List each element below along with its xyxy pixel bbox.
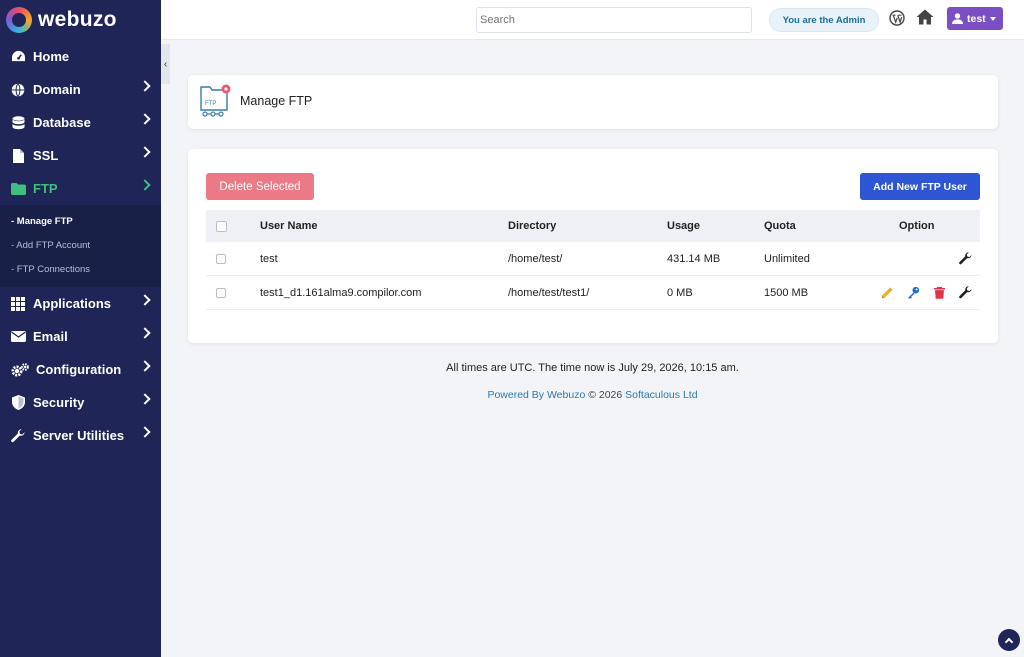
table-row: test /home/test/ 431.14 MB Unlimited [206,242,980,276]
sidebar-item-home[interactable]: Home [0,40,161,73]
user-icon [952,13,963,24]
cell-usage: 0 MB [667,286,693,299]
header-quota[interactable]: Quota [764,210,796,242]
webuzo-logo-icon [6,7,32,33]
ftp-users-table: User Name Directory Usage Quota Option t… [206,210,980,310]
row-checkbox[interactable] [216,253,226,264]
user-menu-button[interactable]: test [947,7,1003,30]
sidebar-item-label: FTP [33,181,58,196]
sidebar-item-server-utilities[interactable]: Server Utilities [0,419,161,452]
delete-selected-button[interactable]: Delete Selected [206,173,314,200]
sidebar-item-label: Configuration [36,362,122,377]
shield-icon [10,395,26,411]
chevron-right-icon [139,80,151,92]
chevron-right-icon [139,294,151,306]
submenu-item-manage-ftp[interactable]: - Manage FTP [0,209,161,233]
table-row: test1_d1.161alma9.compilor.com /home/tes… [206,276,980,310]
sidebar-item-label: Security [33,395,85,410]
chevron-right-icon [139,393,151,405]
softaculous-link[interactable]: Softaculous Ltd [625,389,697,401]
page-header-card: FTP Manage FTP [188,75,998,129]
chevron-right-icon [139,179,151,191]
brand-logo[interactable]: webuzo [0,0,161,40]
sidebar-item-applications[interactable]: Applications [0,287,161,320]
sidebar: webuzo Home Domain Database SSL FTP - Ma… [0,0,161,657]
svg-text:FTP: FTP [205,101,216,107]
database-icon [10,115,26,131]
server-time-text: All times are UTC. The time now is July … [446,362,739,374]
trash-icon[interactable] [933,286,946,299]
webuzo-link[interactable]: Powered By Webuzo [487,389,585,401]
select-all-checkbox[interactable] [216,220,227,232]
ftp-users-card: Delete Selected Add New FTP User User Na… [188,149,998,343]
add-ftp-user-button[interactable]: Add New FTP User [860,173,980,200]
cell-user-name: test1_d1.161alma9.compilor.com [260,286,422,299]
sidebar-collapse-toggle[interactable]: ‹ [161,44,170,84]
folder-icon [10,181,26,197]
submenu-item-add-ftp-account[interactable]: - Add FTP Account [0,233,161,257]
sidebar-item-label: Home [33,49,70,64]
brand-name: webuzo [38,8,117,31]
cell-quota: Unlimited [764,252,810,265]
chevron-right-icon [139,360,151,372]
chevron-right-icon [139,146,151,158]
header-directory[interactable]: Directory [508,210,556,242]
sidebar-item-ssl[interactable]: SSL [0,139,161,172]
chevron-left-icon: ‹ [163,58,168,70]
row-options [959,242,972,275]
sidebar-item-label: Domain [33,82,81,97]
wordpress-icon[interactable] [889,10,905,26]
grid-icon [10,296,26,312]
wrench-icon[interactable] [959,252,972,265]
table-header: User Name Directory Usage Quota Option [206,210,980,242]
cogs-icon [10,362,29,378]
sidebar-item-security[interactable]: Security [0,386,161,419]
header-user-name[interactable]: User Name [260,210,317,242]
cell-directory: /home/test/test1/ [508,286,590,299]
cell-usage: 431.14 MB [667,252,721,265]
key-icon[interactable] [907,286,920,299]
globe-icon [10,82,26,98]
sidebar-item-configuration[interactable]: Configuration [0,353,161,386]
chevron-right-icon [139,426,151,438]
user-menu-label: test [967,12,986,25]
sidebar-item-database[interactable]: Database [0,106,161,139]
sidebar-item-label: Applications [33,296,112,311]
wrench-icon[interactable] [959,286,972,299]
sidebar-item-domain[interactable]: Domain [0,73,161,106]
admin-badge: You are the Admin [769,8,879,32]
tachometer-icon [10,49,26,65]
submenu-item-ftp-connections[interactable]: - FTP Connections [0,257,161,281]
cell-user-name: test [260,252,278,265]
wrench-icon [10,428,26,444]
envelope-icon [10,329,26,345]
ftp-folder-icon: FTP [199,83,233,119]
file-icon [10,148,26,164]
header-usage[interactable]: Usage [667,210,700,242]
chevron-up-icon [1004,637,1014,646]
top-bar: You are the Admin test [161,0,1024,40]
sidebar-item-email[interactable]: Email [0,320,161,353]
powered-by-text: Powered By Webuzo © 2026 Softaculous Ltd [161,389,1024,401]
header-option: Option [899,220,935,232]
sidebar-item-ftp[interactable]: FTP [0,172,161,205]
cell-directory: /home/test/ [508,252,563,265]
sidebar-item-label: Server Utilities [33,428,125,443]
sidebar-item-label: SSL [33,148,59,163]
sidebar-item-label: Email [33,329,68,344]
scroll-to-top-button[interactable] [998,629,1020,651]
pencil-icon[interactable] [881,286,894,299]
row-checkbox[interactable] [216,287,226,298]
page-title: Manage FTP [240,94,313,108]
sidebar-item-label: Database [33,115,91,130]
search-input[interactable] [476,7,752,33]
chevron-right-icon [139,327,151,339]
home-icon[interactable] [916,9,934,26]
row-options [881,276,972,309]
chevron-right-icon [139,113,151,125]
cell-quota: 1500 MB [764,286,809,299]
caret-down-icon [989,16,996,21]
copyright-text: © 2026 [585,389,626,401]
ftp-submenu: - Manage FTP - Add FTP Account - FTP Con… [0,205,161,287]
